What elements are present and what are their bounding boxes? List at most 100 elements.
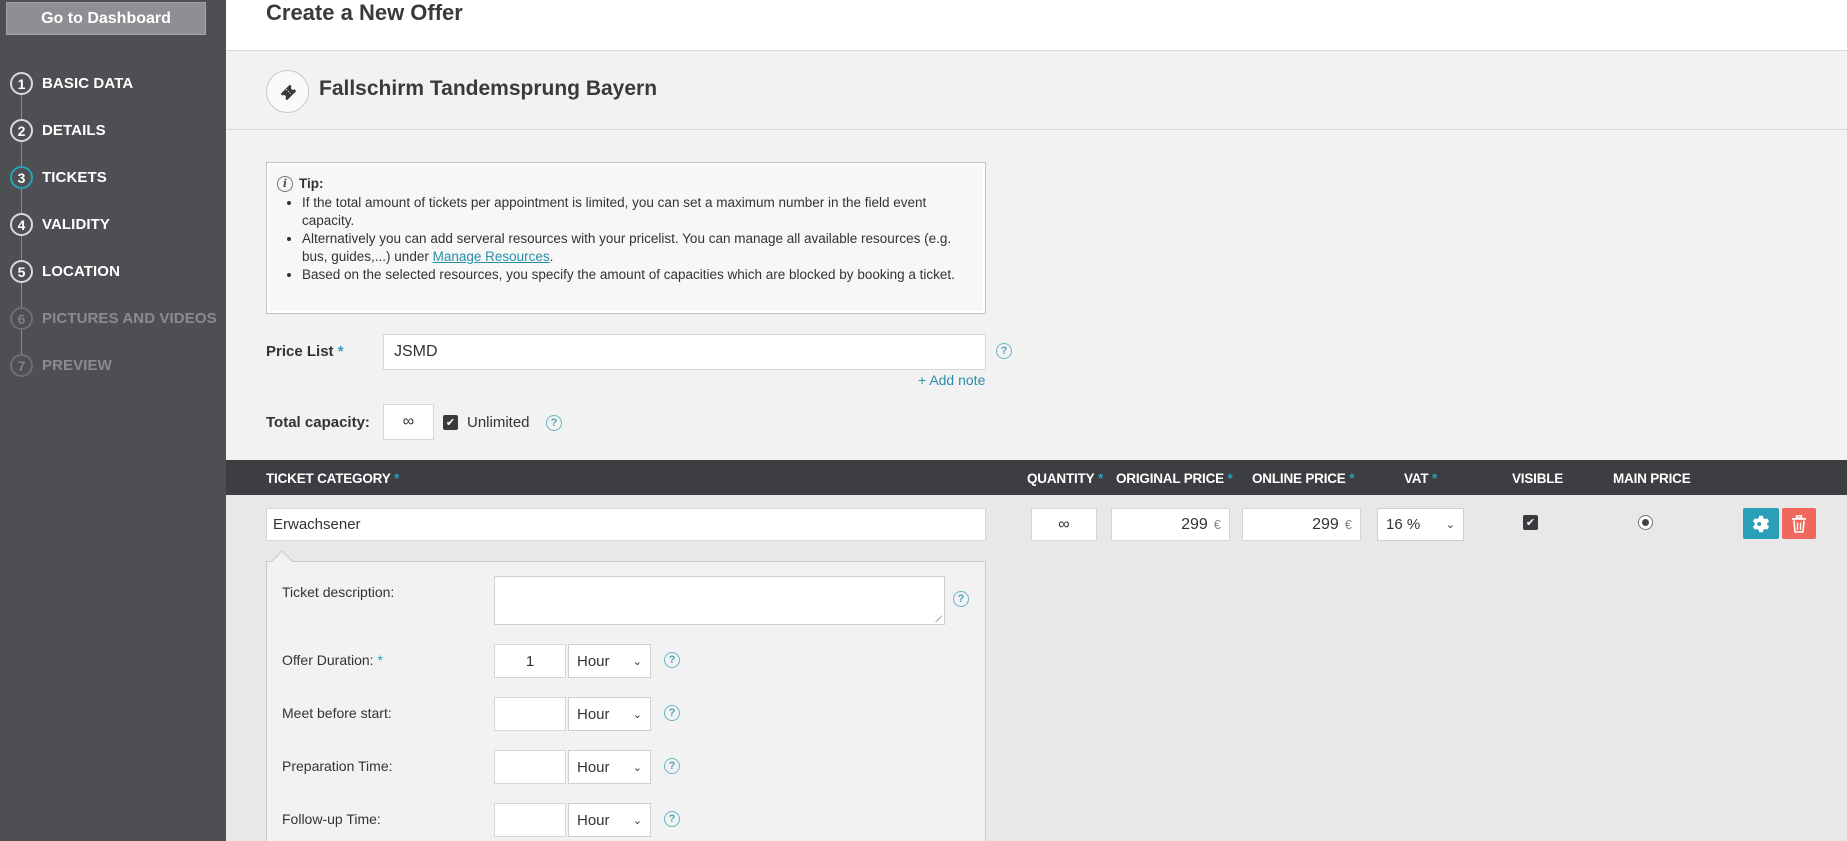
step-validity[interactable]: 4 VALIDITY — [0, 201, 226, 248]
tip-item: Alternatively you can add serveral resou… — [302, 230, 973, 266]
gear-icon — [1752, 515, 1770, 532]
delete-ticket-button[interactable] — [1782, 508, 1816, 539]
tip-list: If the total amount of tickets per appoi… — [302, 194, 973, 284]
step-preview: 7 PREVIEW — [0, 342, 226, 389]
step-label: TICKETS — [42, 169, 107, 186]
main-price-radio[interactable] — [1638, 515, 1653, 530]
step-label: LOCATION — [42, 263, 121, 280]
meet-before-start-unit-select[interactable]: Hour ⌄ — [568, 697, 651, 731]
step-number: 1 — [10, 72, 33, 95]
ticket-description-label: Ticket description: — [282, 584, 395, 600]
step-label: PICTURES AND VIDEOS — [42, 310, 217, 327]
unlimited-label: Unlimited — [467, 414, 530, 431]
unit-value: Hour — [577, 705, 610, 723]
unlimited-checkbox[interactable]: ✔ — [443, 415, 458, 430]
step-number: 3 — [10, 166, 33, 189]
check-icon: ✔ — [445, 417, 456, 429]
help-icon[interactable]: ? — [953, 591, 969, 607]
required-mark: * — [337, 343, 344, 360]
price-list-input[interactable]: JSMD — [383, 334, 986, 370]
meet-before-start-label: Meet before start: — [282, 705, 392, 721]
ticket-table-header: TICKET CATEGORY * QUANTITY * ORIGINAL PR… — [226, 460, 1847, 495]
help-icon[interactable]: ? — [664, 811, 680, 827]
col-vat: VAT * — [1404, 471, 1438, 486]
help-icon[interactable]: ? — [664, 652, 680, 668]
ticket-description-textarea[interactable] — [494, 576, 945, 625]
original-price-input[interactable]: 299 € — [1111, 508, 1230, 541]
online-price-input[interactable]: 299 € — [1242, 508, 1361, 541]
vat-select[interactable]: 16 % ⌄ — [1377, 508, 1464, 541]
add-note-link[interactable]: + Add note — [918, 372, 985, 388]
ticket-category-input[interactable]: Erwachsener — [266, 508, 986, 541]
follow-up-time-input[interactable] — [494, 803, 566, 837]
step-tickets[interactable]: 3 TICKETS — [0, 154, 226, 201]
step-details[interactable]: 2 DETAILS — [0, 107, 226, 154]
chevron-down-icon: ⌄ — [632, 814, 642, 827]
page-title: Create a New Offer — [266, 0, 463, 25]
ticket-settings-button[interactable] — [1743, 508, 1779, 539]
top-bar: Create a New Offer — [226, 0, 1847, 51]
tip-title: Tip: — [299, 176, 324, 191]
price-list-label-text: Price List — [266, 343, 334, 360]
col-visible: VISIBLE — [1512, 471, 1564, 486]
unit-value: Hour — [577, 758, 610, 776]
total-capacity-input[interactable]: ∞ — [383, 404, 434, 440]
step-number: 4 — [10, 213, 33, 236]
chevron-down-icon: ⌄ — [632, 761, 642, 774]
go-to-dashboard-button[interactable]: Go to Dashboard — [6, 2, 206, 35]
meet-before-start-input[interactable] — [494, 697, 566, 731]
step-number: 5 — [10, 260, 33, 283]
currency-label: € — [1213, 517, 1221, 532]
col-main-price: MAIN PRICE — [1613, 471, 1691, 486]
tip-box: i Tip: If the total amount of tickets pe… — [266, 162, 986, 314]
chevron-down-icon: ⌄ — [632, 708, 642, 721]
step-label: PREVIEW — [42, 357, 112, 374]
visible-checkbox[interactable]: ✔ — [1523, 515, 1538, 530]
step-label: BASIC DATA — [42, 75, 134, 92]
quantity-input[interactable]: ∞ — [1031, 508, 1097, 541]
step-number: 6 — [10, 307, 33, 330]
step-label: VALIDITY — [42, 216, 111, 233]
plus-icon: + — [918, 372, 927, 388]
ticket-icon — [266, 70, 309, 113]
unit-value: Hour — [577, 652, 610, 670]
online-price-value: 299 — [1312, 515, 1339, 533]
step-number: 7 — [10, 354, 33, 377]
step-location[interactable]: 5 LOCATION — [0, 248, 226, 295]
total-capacity-label: Total capacity: — [266, 414, 370, 431]
tip-item-text: . — [549, 249, 554, 264]
check-icon: ✔ — [1525, 517, 1536, 529]
col-ticket-category: TICKET CATEGORY * — [266, 471, 400, 486]
offer-duration-unit-select[interactable]: Hour ⌄ — [568, 644, 651, 678]
preparation-time-label: Preparation Time: — [282, 758, 393, 774]
offer-name: Fallschirm Tandemsprung Bayern — [319, 77, 658, 100]
trash-icon — [1792, 514, 1806, 533]
offer-duration-label-text: Offer Duration: — [282, 652, 374, 668]
step-number: 2 — [10, 119, 33, 142]
help-icon[interactable]: ? — [546, 415, 562, 431]
sidebar: Go to Dashboard 1 BASIC DATA 2 DETAILS 3… — [0, 0, 226, 841]
offer-header: Fallschirm Tandemsprung Bayern — [226, 52, 1847, 130]
help-icon[interactable]: ? — [664, 758, 680, 774]
preparation-time-unit-select[interactable]: Hour ⌄ — [568, 750, 651, 784]
follow-up-time-unit-select[interactable]: Hour ⌄ — [568, 803, 651, 837]
original-price-value: 299 — [1181, 515, 1208, 533]
vat-value: 16 % — [1386, 516, 1421, 533]
help-icon[interactable]: ? — [996, 343, 1012, 359]
tip-heading: i Tip: — [277, 175, 973, 193]
manage-resources-link[interactable]: Manage Resources — [433, 249, 550, 264]
panel-pointer — [270, 549, 294, 562]
help-icon[interactable]: ? — [664, 705, 680, 721]
currency-label: € — [1344, 517, 1352, 532]
add-note-text: Add note — [929, 372, 986, 388]
wizard-steps: 1 BASIC DATA 2 DETAILS 3 TICKETS 4 VALID… — [0, 60, 226, 389]
unit-value: Hour — [577, 811, 610, 829]
col-online-price: ONLINE PRICE * — [1252, 471, 1355, 486]
follow-up-time-label: Follow-up Time: — [282, 811, 381, 827]
step-basic-data[interactable]: 1 BASIC DATA — [0, 60, 226, 107]
chevron-down-icon: ⌄ — [632, 655, 642, 668]
col-original-price: ORIGINAL PRICE * — [1116, 471, 1233, 486]
info-icon: i — [277, 176, 293, 192]
preparation-time-input[interactable] — [494, 750, 566, 784]
offer-duration-input[interactable]: 1 — [494, 644, 566, 678]
